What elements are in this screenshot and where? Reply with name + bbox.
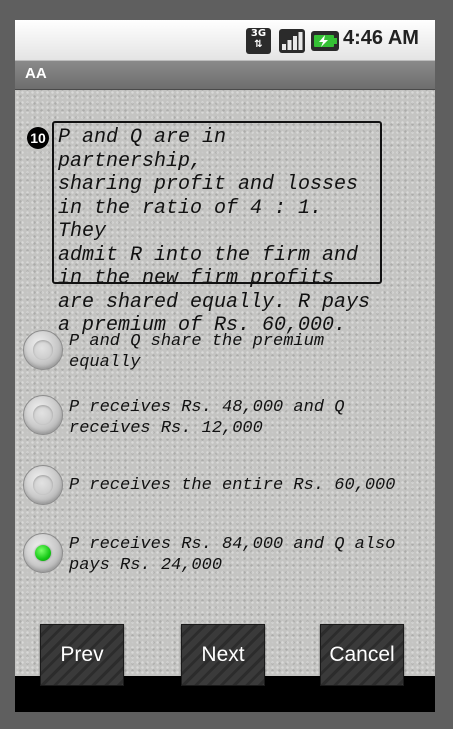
answer-option-4[interactable]: P receives Rs. 84,000 and Q also pays Rs… [23, 533, 433, 577]
status-bar: 3G ⇅ 4:46 AM [15, 20, 435, 61]
question-number-badge: 10 [27, 127, 49, 149]
answer-option-label[interactable]: P and Q share the premium equally [69, 331, 433, 373]
prev-button[interactable]: Prev [40, 624, 124, 686]
app-title: AA [25, 65, 47, 82]
radio-button[interactable] [23, 395, 63, 435]
clock: 4:46 AM [343, 27, 419, 49]
question-line: admit R into the firm and [58, 243, 359, 267]
question-line: are shared equally. R pays [58, 290, 371, 314]
radio-button-selected[interactable] [23, 533, 63, 573]
cancel-button[interactable]: Cancel [320, 624, 404, 686]
question-line: in the new firm profits [58, 267, 335, 290]
answer-option-2[interactable]: P receives Rs. 48,000 and Q receives Rs.… [23, 395, 433, 439]
quiz-content: 10 P and Q are in partnership, sharing p… [15, 90, 435, 686]
next-button[interactable]: Next [181, 624, 265, 686]
app-title-bar: AA [15, 61, 435, 90]
signal-strength-icon [279, 29, 305, 53]
battery-charging-icon [311, 31, 339, 51]
answer-option-label[interactable]: P receives Rs. 48,000 and Q receives Rs.… [69, 397, 433, 439]
answer-option-label[interactable]: P receives the entire Rs. 60,000 [69, 475, 433, 496]
3g-data-icon: 3G ⇅ [246, 28, 271, 54]
answer-option-3[interactable]: P receives the entire Rs. 60,000 [23, 465, 433, 509]
radio-button[interactable] [23, 465, 63, 505]
question-line: P and Q are in partnership, [58, 126, 227, 173]
radio-button[interactable] [23, 330, 63, 370]
question-text-box: P and Q are in partnership, sharing prof… [52, 121, 382, 337]
answer-option-1[interactable]: P and Q share the premium equally [23, 330, 433, 374]
question-line: sharing profit and losses [58, 173, 359, 196]
network-type-label: 3G [250, 28, 267, 39]
question-line: in the ratio of 4 : 1. They [58, 196, 323, 244]
phone-screen: 3G ⇅ 4:46 AM AA 10 P and Q are in partne… [15, 20, 435, 712]
answer-option-label[interactable]: P receives Rs. 84,000 and Q also pays Rs… [69, 534, 433, 576]
